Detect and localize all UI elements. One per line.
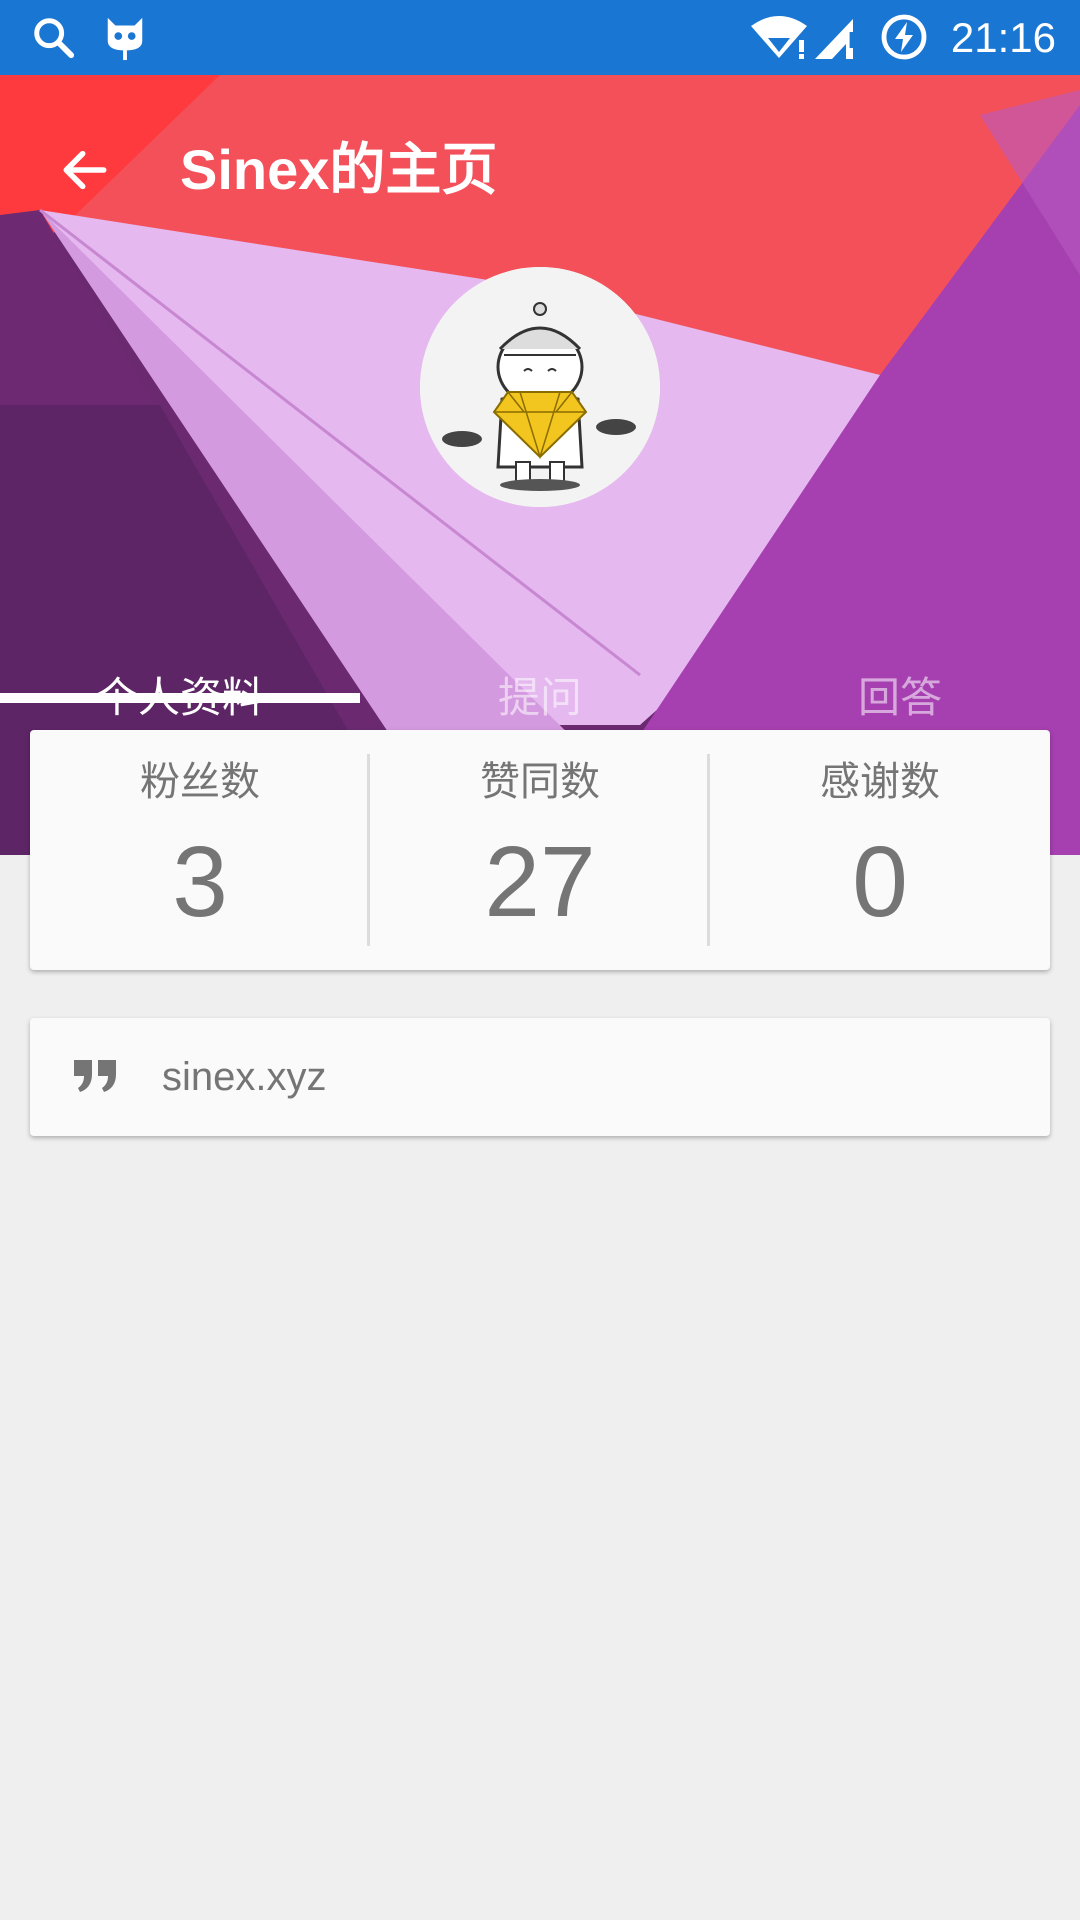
stat-followers[interactable]: 粉丝数 3 — [30, 730, 370, 970]
stat-thanks[interactable]: 感谢数 0 — [710, 730, 1050, 970]
tab-indicator — [0, 693, 360, 703]
quote-icon — [74, 1060, 116, 1092]
signal-icon — [815, 19, 855, 59]
back-button[interactable] — [40, 125, 130, 215]
stat-value: 27 — [484, 826, 596, 938]
avatar-illustration — [420, 267, 660, 507]
search-icon — [34, 18, 75, 59]
arrow-left-icon — [63, 150, 107, 190]
avatar[interactable] — [420, 267, 660, 507]
status-bar: 21:16 — [0, 0, 1080, 75]
stat-upvotes[interactable]: 赞同数 27 — [370, 730, 710, 970]
bot-icon — [107, 17, 143, 61]
stats-card: 粉丝数 3 赞同数 27 感谢数 0 — [30, 730, 1050, 970]
bio-text: sinex.xyz — [162, 1055, 327, 1099]
bio-card: sinex.xyz — [30, 1018, 1050, 1136]
page-title: Sinex的主页 — [180, 138, 498, 201]
stat-value: 3 — [172, 826, 228, 938]
stat-label: 赞同数 — [480, 759, 600, 805]
stat-value: 0 — [852, 826, 908, 938]
stat-label: 粉丝数 — [140, 759, 260, 805]
battery-charging-icon — [881, 14, 927, 60]
status-time: 21:16 — [950, 14, 1056, 61]
wifi-icon — [751, 16, 807, 59]
stat-label: 感谢数 — [820, 759, 940, 805]
